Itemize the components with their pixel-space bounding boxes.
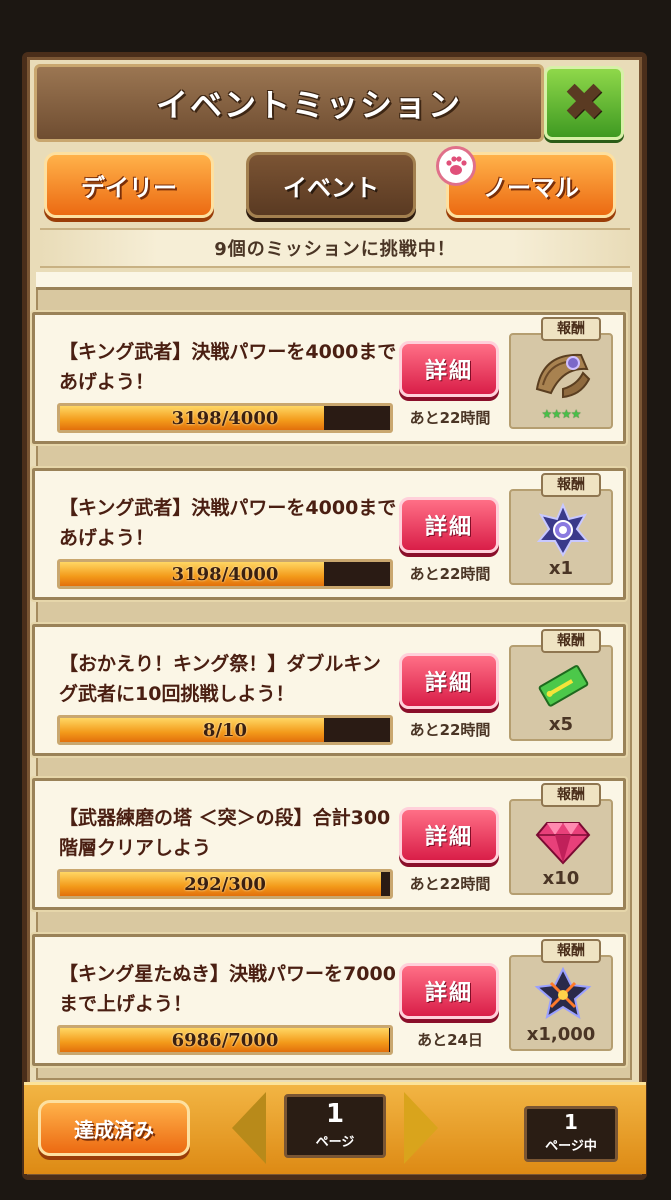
mission-card: 【キング武者】決戦パワーを4000まであげよう！ 3198/4000 詳細 あと… [30, 310, 628, 446]
mission-card: 【キング武者】決戦パワーを4000まであげよう！ 3198/4000 詳細 あと… [30, 466, 628, 602]
time-left: あと22時間 [409, 875, 491, 893]
progress-text: 6986/7000 [171, 1029, 279, 1051]
star-emblem-icon [534, 967, 592, 1020]
mission-text: 【キング武者】決戦パワーを4000まであげよう！ [59, 341, 397, 393]
mission-text: 【キング武者】決戦パワーを4000まであげよう！ [59, 497, 397, 549]
reward-label: 報酬 [541, 317, 601, 341]
mission-text: 【武器練磨の塔 ＜突＞の段】合計300階層クリアしよう [59, 807, 391, 859]
progress-text: 3198/4000 [171, 563, 279, 585]
detail-button[interactable]: 詳細 [399, 807, 499, 863]
paw-icon [436, 146, 476, 186]
reward-label: 報酬 [541, 939, 601, 963]
progress-bar: 3198/4000 [57, 559, 393, 589]
page-title: イベントミッション [155, 86, 462, 124]
next-page-arrow-icon[interactable] [404, 1092, 438, 1164]
mission-text: 【おかえり！キング祭！】ダブルキング武者に10回挑戦しよう！ [59, 653, 381, 705]
total-page-number: 1 [564, 1110, 578, 1134]
partial-card [36, 272, 632, 290]
reward-box[interactable]: x1 [509, 489, 613, 585]
mission-card: 【武器練磨の塔 ＜突＞の段】合計300階層クリアしよう 292/300 詳細 あ… [30, 776, 628, 912]
progress-bar: 3198/4000 [57, 403, 393, 433]
reward-box[interactable]: x1,000 [509, 955, 613, 1051]
mission-text: 【キング星たぬき】決戦パワーを7000まで上げよう！ [59, 963, 396, 1015]
progress-text: 292/300 [184, 873, 266, 895]
reward-quantity: x1,000 [526, 1024, 596, 1045]
reward-quantity: x1 [548, 558, 574, 579]
progress-text: 8/10 [202, 719, 248, 741]
page-label: ページ [315, 1135, 355, 1150]
fan-weapon-icon [535, 353, 591, 399]
close-icon: ✖ [562, 73, 606, 133]
prev-page-arrow-icon[interactable] [232, 1092, 266, 1164]
time-left: あと22時間 [409, 721, 491, 739]
reward-box[interactable]: x10 [509, 799, 613, 895]
total-pages-indicator: 1 ページ中 [524, 1106, 618, 1162]
reward-label: 報酬 [541, 783, 601, 807]
reward-label: 報酬 [541, 629, 601, 653]
time-left: あと22時間 [409, 409, 491, 427]
detail-button[interactable]: 詳細 [399, 653, 499, 709]
reward-box[interactable]: x5 [509, 645, 613, 741]
reward-box[interactable]: ★★★★ [509, 333, 613, 429]
detail-button[interactable]: 詳細 [399, 497, 499, 553]
progress-text: 3198/4000 [171, 407, 279, 429]
reward-quantity: x10 [542, 868, 580, 889]
progress-bar: 8/10 [57, 715, 393, 745]
reward-quantity: x5 [548, 714, 574, 735]
mission-card: 【おかえり！キング祭！】ダブルキング武者に10回挑戦しよう！ 8/10 詳細 あ… [30, 622, 628, 758]
tab-event[interactable]: イベント [246, 152, 416, 218]
page-indicator: 1 ページ [284, 1094, 386, 1158]
ticket-icon [538, 665, 589, 707]
star-medal-icon [536, 502, 590, 557]
time-left: あと24日 [417, 1031, 483, 1049]
time-left: あと22時間 [409, 565, 491, 583]
achieved-button[interactable]: 達成済み [38, 1100, 190, 1156]
mission-count-text: 9個のミッションに挑戦中！ [214, 239, 456, 260]
mission-count-banner: 9個のミッションに挑戦中！ [40, 228, 630, 268]
mission-card: 【キング星たぬき】決戦パワーを7000まで上げよう！ 6986/7000 詳細 … [30, 932, 628, 1068]
detail-button[interactable]: 詳細 [399, 963, 499, 1019]
detail-button[interactable]: 詳細 [399, 341, 499, 397]
close-button[interactable]: ✖ [544, 66, 624, 140]
progress-bar: 6986/7000 [57, 1025, 393, 1055]
reward-stars: ★★★★ [541, 407, 581, 421]
progress-bar: 292/300 [57, 869, 393, 899]
reward-label: 報酬 [541, 473, 601, 497]
gem-icon [535, 822, 591, 865]
page-number: 1 [325, 1099, 345, 1129]
tab-daily[interactable]: デイリー [44, 152, 214, 218]
title-bar: イベントミッション [34, 64, 544, 142]
total-page-label: ページ中 [545, 1139, 597, 1154]
